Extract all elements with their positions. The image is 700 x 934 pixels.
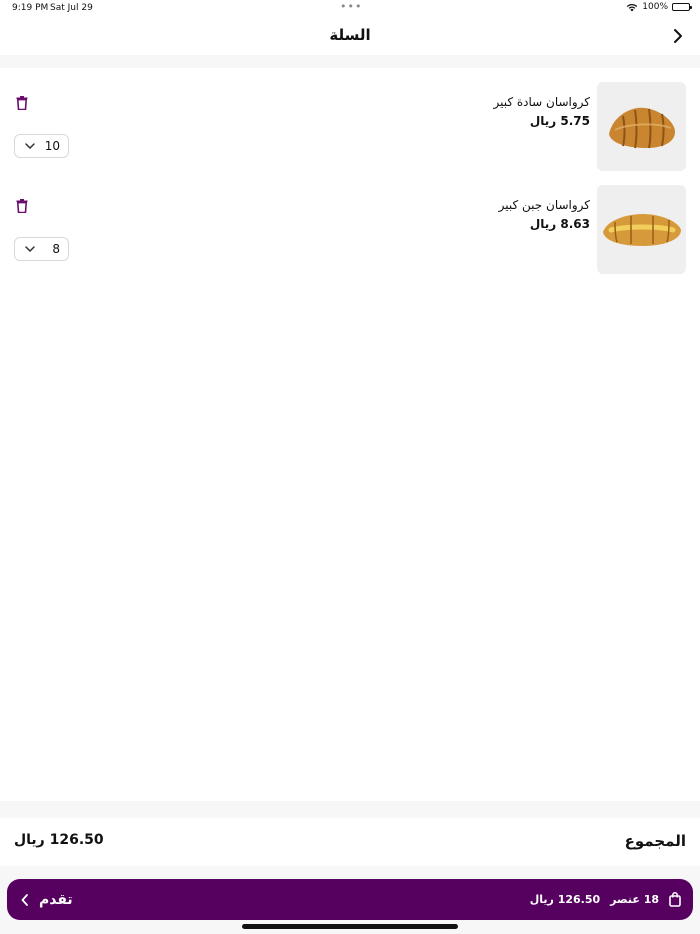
trash-icon	[16, 96, 28, 110]
status-date: Sat Jul 29	[50, 3, 93, 13]
product-image[interactable]	[597, 185, 686, 274]
quantity-value: 8	[52, 242, 60, 256]
proceed-group: تقدم	[21, 879, 73, 920]
status-indicators: 100%	[626, 2, 692, 12]
proceed-label: تقدم	[39, 891, 73, 908]
cart-item: كرواسان جبن كبير 8.63 ريال 8	[0, 185, 700, 275]
home-indicator[interactable]	[242, 924, 458, 929]
quantity-dropdown[interactable]: 10	[14, 134, 69, 158]
total-row: المجموع 126.50 ريال	[0, 818, 700, 866]
multitasking-dots[interactable]: •••	[340, 0, 362, 13]
checkout-summary: 18 عنصر 126.50 ريال	[530, 879, 681, 920]
item-name: كرواسان جبن كبير	[498, 198, 590, 212]
quantity-value: 10	[44, 139, 60, 153]
total-label: المجموع	[624, 832, 686, 850]
chevron-down-icon	[25, 246, 35, 252]
battery-percent: 100%	[642, 2, 668, 12]
quantity-dropdown[interactable]: 8	[14, 237, 69, 261]
item-count: 18 عنصر	[610, 893, 659, 906]
delete-button[interactable]	[14, 95, 30, 111]
croissant-cheese-image	[602, 213, 681, 246]
croissant-plain-image	[608, 107, 675, 148]
battery-icon	[672, 3, 692, 11]
header-divider-band	[0, 55, 700, 68]
wifi-icon	[627, 3, 638, 11]
chevron-right-icon	[674, 29, 682, 43]
checkout-amount: 126.50 ريال	[529, 893, 601, 906]
checkout-button[interactable]: تقدم 18 عنصر 126.50 ريال	[7, 879, 693, 920]
trash-icon	[16, 199, 28, 213]
product-image[interactable]	[597, 82, 686, 171]
header: السلة	[0, 18, 700, 55]
total-value: 126.50 ريال	[14, 832, 104, 848]
back-button[interactable]	[666, 24, 690, 48]
shopping-bag-icon	[669, 892, 681, 907]
status-time: 9:19 PM	[12, 3, 49, 13]
item-price: 5.75 ريال	[529, 114, 590, 128]
chevron-down-icon	[25, 143, 35, 149]
page-title: السلة	[329, 26, 371, 44]
cart-item: كرواسان سادة كبير 5.75 ريال 10	[0, 82, 700, 172]
delete-button[interactable]	[14, 198, 30, 214]
chevron-left-icon	[21, 893, 28, 906]
item-price: 8.63 ريال	[529, 217, 590, 231]
footer-divider-band	[0, 801, 700, 818]
status-bar: 9:19 PM Sat Jul 29 ••• 100%	[0, 0, 700, 18]
item-name: كرواسان سادة كبير	[493, 95, 590, 109]
